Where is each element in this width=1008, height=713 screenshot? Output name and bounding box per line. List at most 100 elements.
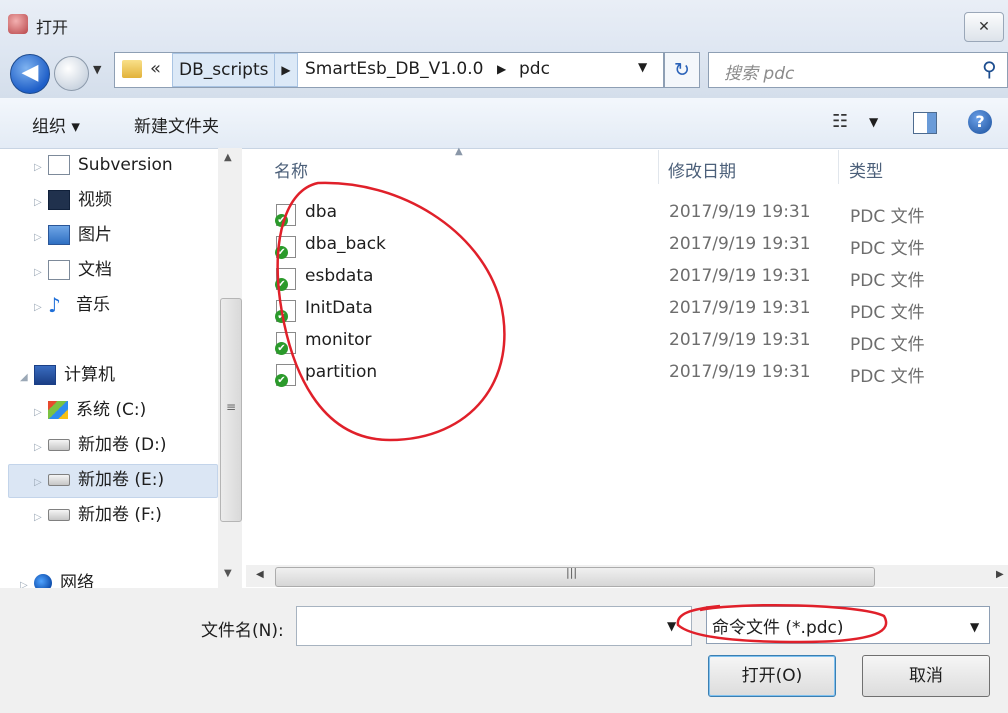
- file-row-partition[interactable]: ✔ partition 2017/9/19 19:31 PDC 文件: [270, 358, 1008, 390]
- sidebar-item-label: 计算机: [64, 365, 115, 385]
- checkmark-icon: ✔: [275, 310, 288, 323]
- scroll-grip-icon: |||: [566, 566, 578, 579]
- filename-input[interactable]: [296, 606, 692, 646]
- expand-arrow-icon[interactable]: ▷: [34, 397, 48, 429]
- expand-arrow-icon[interactable]: ▷: [34, 187, 48, 219]
- file-date: 2017/9/19 19:31: [669, 202, 811, 222]
- window-title: 打开: [36, 18, 69, 37]
- file-type: PDC 文件: [850, 367, 925, 387]
- breadcrumb-db-scripts[interactable]: DB_scripts: [172, 53, 276, 87]
- search-icon[interactable]: ⚲: [982, 57, 997, 81]
- sidebar-item-drive-f[interactable]: ▷ 新加卷 (F:): [34, 499, 162, 531]
- expand-arrow-icon[interactable]: ▷: [34, 292, 48, 324]
- help-icon[interactable]: ?: [968, 110, 992, 134]
- sidebar-item-subversion[interactable]: ▷ Subversion: [34, 149, 173, 181]
- drive-icon: [48, 474, 70, 486]
- expand-arrow-icon[interactable]: ▷: [34, 222, 48, 254]
- sidebar-item-documents[interactable]: ▷ 文档: [34, 254, 112, 286]
- sidebar-item-label: 图片: [78, 225, 112, 245]
- file-date: 2017/9/19 19:31: [669, 330, 811, 350]
- scroll-left-icon[interactable]: ◀: [256, 569, 264, 580]
- drive-icon: [48, 439, 70, 451]
- column-header-name[interactable]: 名称: [274, 157, 308, 182]
- preview-pane-icon[interactable]: [913, 112, 937, 134]
- scroll-grip-icon: ≡: [226, 400, 237, 414]
- column-header-type[interactable]: 类型: [849, 157, 883, 182]
- new-folder-button[interactable]: 新建文件夹: [134, 112, 219, 137]
- sidebar-item-videos[interactable]: ▷ 视频: [34, 184, 112, 216]
- column-header-date[interactable]: 修改日期: [668, 157, 736, 182]
- breadcrumb-separator-icon[interactable]: ▶: [274, 53, 298, 87]
- cancel-button[interactable]: 取消: [862, 655, 990, 697]
- file-row-dba[interactable]: ✔ dba 2017/9/19 19:31 PDC 文件: [270, 198, 1008, 230]
- checkmark-icon: ✔: [275, 246, 288, 259]
- checkmark-icon: ✔: [275, 278, 288, 291]
- search-placeholder: 搜索 pdc: [724, 64, 795, 84]
- view-dropdown-icon[interactable]: ▼: [869, 115, 878, 129]
- windows-drive-icon: [48, 401, 68, 419]
- collapse-arrow-icon[interactable]: ◢: [20, 362, 34, 394]
- expand-arrow-icon[interactable]: ▷: [34, 152, 48, 184]
- sidebar-item-label: 新加卷 (D:): [78, 435, 167, 455]
- filename-dropdown-icon[interactable]: ▼: [667, 619, 676, 633]
- expand-arrow-icon[interactable]: ▷: [34, 257, 48, 289]
- file-row-dba-back[interactable]: ✔ dba_back 2017/9/19 19:31 PDC 文件: [270, 230, 1008, 262]
- computer-icon: [34, 365, 56, 385]
- file-type: PDC 文件: [850, 335, 925, 355]
- document-icon: [48, 260, 70, 280]
- sidebar-item-label: 新加卷 (E:): [78, 470, 165, 490]
- expand-arrow-icon[interactable]: ▷: [34, 502, 48, 534]
- breadcrumb-overflow[interactable]: «: [150, 58, 161, 79]
- file-name: partition: [305, 362, 378, 382]
- scroll-right-icon[interactable]: ▶: [996, 569, 1004, 580]
- sidebar-item-label: 视频: [78, 190, 112, 210]
- file-row-esbdata[interactable]: ✔ esbdata 2017/9/19 19:31 PDC 文件: [270, 262, 1008, 294]
- breadcrumb-smartesb[interactable]: SmartEsb_DB_V1.0.0: [305, 53, 483, 85]
- close-button[interactable]: ✕: [964, 12, 1004, 42]
- file-row-initdata[interactable]: ✔ InitData 2017/9/19 19:31 PDC 文件: [270, 294, 1008, 326]
- file-date: 2017/9/19 19:31: [669, 234, 811, 254]
- video-icon: [48, 190, 70, 210]
- expand-arrow-icon[interactable]: ▷: [34, 467, 48, 499]
- sidebar-item-computer[interactable]: ◢ 计算机: [20, 359, 115, 391]
- expand-arrow-icon[interactable]: ▷: [34, 432, 48, 464]
- scroll-up-icon[interactable]: ▲: [224, 152, 232, 163]
- back-arrow-icon: ◀: [21, 60, 39, 85]
- title-bar: [0, 0, 1008, 48]
- back-button[interactable]: ◀: [10, 54, 50, 94]
- app-icon: [8, 14, 28, 34]
- checkmark-icon: ✔: [275, 374, 288, 387]
- address-dropdown-icon[interactable]: ▼: [638, 60, 647, 74]
- forward-button[interactable]: [54, 56, 89, 91]
- filename-label: 文件名(N):: [201, 621, 284, 641]
- file-type: PDC 文件: [850, 303, 925, 323]
- close-icon: ✕: [978, 19, 990, 35]
- sidebar-item-drive-d[interactable]: ▷ 新加卷 (D:): [34, 429, 167, 461]
- folder-icon: [122, 60, 142, 78]
- sidebar-item-drive-c[interactable]: ▷ 系统 (C:): [34, 394, 146, 426]
- organize-button[interactable]: 组织 ▾: [32, 112, 80, 137]
- breadcrumb-pdc[interactable]: pdc: [519, 53, 550, 85]
- breadcrumb-separator-icon[interactable]: ▶: [497, 53, 506, 85]
- sidebar-item-drive-e[interactable]: ▷ 新加卷 (E:): [34, 464, 164, 496]
- view-options-icon[interactable]: ☷: [832, 111, 848, 132]
- file-name: InitData: [305, 298, 373, 318]
- history-dropdown-icon[interactable]: ▼: [93, 63, 101, 76]
- sidebar-item-label: 新加卷 (F:): [78, 505, 162, 525]
- drive-icon: [48, 509, 70, 521]
- filetype-dropdown-icon[interactable]: ▼: [970, 620, 979, 634]
- file-row-monitor[interactable]: ✔ monitor 2017/9/19 19:31 PDC 文件: [270, 326, 1008, 358]
- column-divider[interactable]: [838, 150, 839, 184]
- image-icon: [48, 225, 70, 245]
- refresh-button[interactable]: ↻: [664, 52, 700, 88]
- file-name: dba_back: [305, 234, 386, 254]
- scroll-down-icon[interactable]: ▼: [224, 568, 232, 579]
- open-button[interactable]: 打开(O): [708, 655, 836, 697]
- sort-arrow-icon: ▲: [455, 146, 463, 157]
- sidebar-item-music[interactable]: ▷ ♪ 音乐: [34, 289, 110, 321]
- sidebar-item-pictures[interactable]: ▷ 图片: [34, 219, 112, 251]
- file-type: PDC 文件: [850, 207, 925, 227]
- column-divider[interactable]: [658, 150, 659, 184]
- checkmark-icon: ✔: [275, 342, 288, 355]
- file-name: monitor: [305, 330, 372, 350]
